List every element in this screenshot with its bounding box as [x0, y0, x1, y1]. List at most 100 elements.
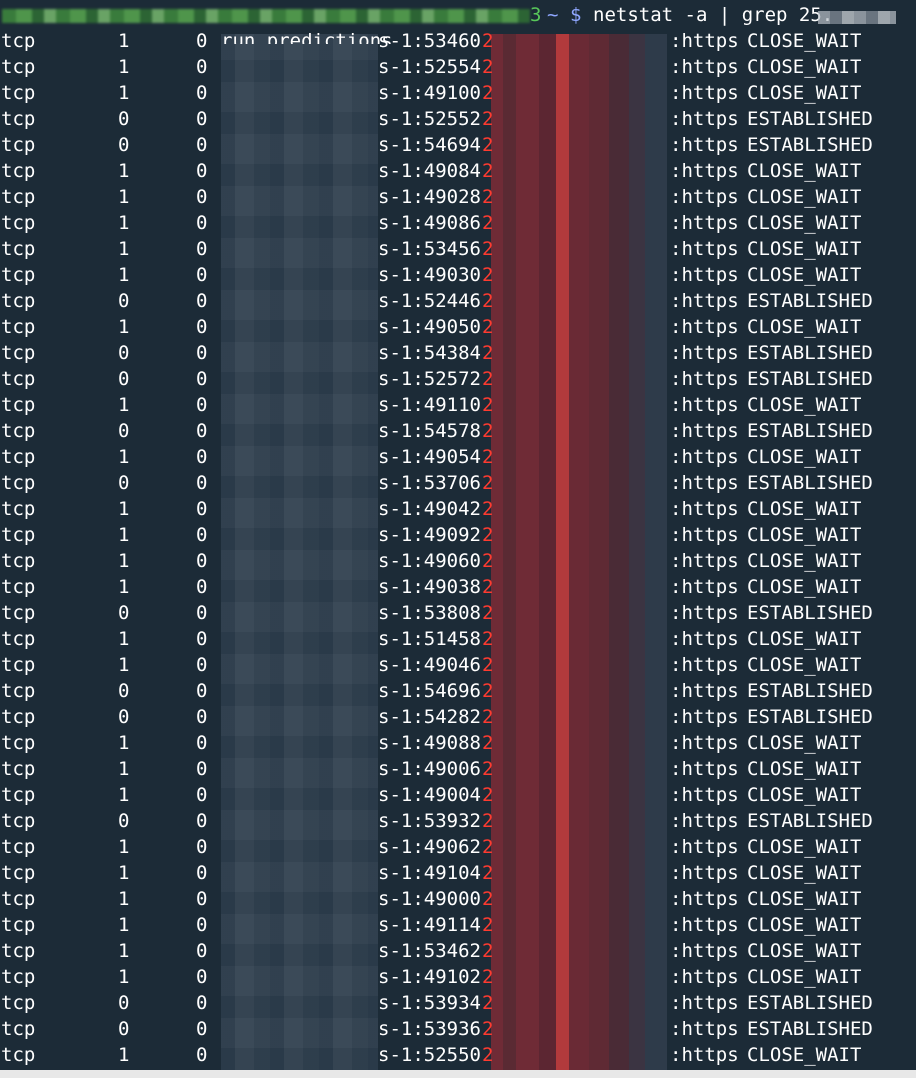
- proto-cell: tcp: [1, 966, 36, 988]
- recv-q-cell: 1: [118, 238, 130, 260]
- proto-cell: tcp: [1, 602, 36, 624]
- foreign-port-cell: :https: [670, 472, 739, 494]
- netstat-row: tcp 1 0 s-1:49030 2:https CLOSE_WAIT: [0, 262, 916, 288]
- netstat-row: tcp 1 0 s-1:49102 2:https CLOSE_WAIT: [0, 964, 916, 990]
- netstat-row: tcp 1 0 s-1:49062 2:https CLOSE_WAIT: [0, 834, 916, 860]
- proto-cell: tcp: [1, 134, 36, 156]
- send-q-cell: 0: [196, 134, 208, 156]
- local-address-cell: s-1:49054: [378, 446, 481, 468]
- local-address-cell: s-1:49062: [378, 836, 481, 858]
- send-q-cell: 0: [196, 420, 208, 442]
- window-bottom-edge: [0, 1070, 916, 1078]
- foreign-address-prefix: 2: [482, 290, 494, 312]
- foreign-address-prefix: 2: [482, 706, 494, 728]
- local-address-cell: s-1:49100: [378, 82, 481, 104]
- recv-q-cell: 0: [118, 420, 130, 442]
- proto-cell: tcp: [1, 680, 36, 702]
- netstat-row: tcp 1 0 s-1:49088 2:https CLOSE_WAIT: [0, 730, 916, 756]
- foreign-address-prefix: 2: [482, 134, 494, 156]
- proto-cell: tcp: [1, 498, 36, 520]
- send-q-cell: 0: [196, 732, 208, 754]
- send-q-cell: 0: [196, 160, 208, 182]
- netstat-row: tcp 0 0 s-1:52446 2:https ESTABLISHED: [0, 288, 916, 314]
- state-cell: ESTABLISHED: [747, 810, 873, 832]
- state-cell: ESTABLISHED: [747, 602, 873, 624]
- foreign-port-cell: :https: [670, 784, 739, 806]
- state-cell: CLOSE_WAIT: [747, 784, 862, 806]
- send-q-cell: 0: [196, 628, 208, 650]
- foreign-port-cell: :https: [670, 1044, 739, 1066]
- send-q-cell: 0: [196, 784, 208, 806]
- recv-q-cell: 1: [118, 316, 130, 338]
- state-cell: CLOSE_WAIT: [747, 498, 862, 520]
- terminal-window[interactable]: 3 ~ $ netstat -a | grep 25. run.predicti…: [0, 0, 916, 1078]
- foreign-port-cell: :https: [670, 914, 739, 936]
- recv-q-cell: 0: [118, 706, 130, 728]
- netstat-row: tcp 0 0 s-1:53932 2:https ESTABLISHED: [0, 808, 916, 834]
- local-address-cell: s-1:52572: [378, 368, 481, 390]
- foreign-port-cell: :https: [670, 134, 739, 156]
- send-q-cell: 0: [196, 836, 208, 858]
- command-text: netstat -a | grep 25.: [593, 4, 834, 26]
- send-q-cell: 0: [196, 446, 208, 468]
- foreign-port-cell: :https: [670, 940, 739, 962]
- prompt-host-tail: 3: [530, 4, 542, 26]
- foreign-port-cell: :https: [670, 1018, 739, 1040]
- foreign-address-prefix: 2: [482, 56, 494, 78]
- send-q-cell: 0: [196, 888, 208, 910]
- proto-cell: tcp: [1, 1044, 36, 1066]
- send-q-cell: 0: [196, 810, 208, 832]
- netstat-row: tcp 0 0 s-1:54282 2:https ESTABLISHED: [0, 704, 916, 730]
- shell-prompt-line: 3 ~ $ netstat -a | grep 25.: [0, 2, 916, 28]
- netstat-row: tcp 1 0 s-1:52550 2:https CLOSE_WAIT: [0, 1042, 916, 1068]
- prompt-symbol: $: [570, 4, 582, 26]
- recv-q-cell: 1: [118, 862, 130, 884]
- local-address-cell: s-1:49006: [378, 758, 481, 780]
- foreign-port-cell: :https: [670, 420, 739, 442]
- state-cell: ESTABLISHED: [747, 290, 873, 312]
- local-address-cell: s-1:51458: [378, 628, 481, 650]
- netstat-row: tcp 0 0 s-1:54694 2:https ESTABLISHED: [0, 132, 916, 158]
- foreign-address-prefix: 2: [482, 836, 494, 858]
- proto-cell: tcp: [1, 706, 36, 728]
- recv-q-cell: 1: [118, 914, 130, 936]
- recv-q-cell: 0: [118, 108, 130, 130]
- local-address-cell: s-1:52446: [378, 290, 481, 312]
- recv-q-cell: 1: [118, 888, 130, 910]
- state-cell: CLOSE_WAIT: [747, 212, 862, 234]
- netstat-output: tcp 1 0 s-1:53460 2:https CLOSE_WAIT tcp 1 0 s-1:…: [0, 28, 916, 1068]
- state-cell: CLOSE_WAIT: [747, 238, 862, 260]
- send-q-cell: 0: [196, 966, 208, 988]
- recv-q-cell: 1: [118, 628, 130, 650]
- recv-q-cell: 0: [118, 472, 130, 494]
- send-q-cell: 0: [196, 914, 208, 936]
- foreign-port-cell: :https: [670, 602, 739, 624]
- netstat-row: tcp 1 0 s-1:49104 2:https CLOSE_WAIT: [0, 860, 916, 886]
- foreign-address-prefix: 2: [482, 420, 494, 442]
- foreign-address-prefix: 2: [482, 264, 494, 286]
- state-cell: ESTABLISHED: [747, 134, 873, 156]
- foreign-port-cell: :https: [670, 758, 739, 780]
- foreign-port-cell: :https: [670, 446, 739, 468]
- send-q-cell: 0: [196, 576, 208, 598]
- netstat-row: tcp 1 0 s-1:49060 2:https CLOSE_WAIT: [0, 548, 916, 574]
- foreign-address-prefix: 2: [482, 758, 494, 780]
- recv-q-cell: 1: [118, 576, 130, 598]
- foreign-address-prefix: 2: [482, 992, 494, 1014]
- netstat-row: tcp 1 0 s-1:53460 2:https CLOSE_WAIT: [0, 28, 916, 54]
- state-cell: CLOSE_WAIT: [747, 862, 862, 884]
- netstat-row: tcp 0 0 s-1:53808 2:https ESTABLISHED: [0, 600, 916, 626]
- state-cell: CLOSE_WAIT: [747, 394, 862, 416]
- local-address-cell: s-1:49104: [378, 862, 481, 884]
- proto-cell: tcp: [1, 628, 36, 650]
- proto-cell: tcp: [1, 420, 36, 442]
- proto-cell: tcp: [1, 186, 36, 208]
- foreign-address-prefix: 2: [482, 498, 494, 520]
- recv-q-cell: 0: [118, 680, 130, 702]
- state-cell: CLOSE_WAIT: [747, 628, 862, 650]
- local-address-cell: s-1:53456: [378, 238, 481, 260]
- state-cell: CLOSE_WAIT: [747, 654, 862, 676]
- foreign-port-cell: :https: [670, 862, 739, 884]
- state-cell: ESTABLISHED: [747, 420, 873, 442]
- foreign-address-prefix: 2: [482, 212, 494, 234]
